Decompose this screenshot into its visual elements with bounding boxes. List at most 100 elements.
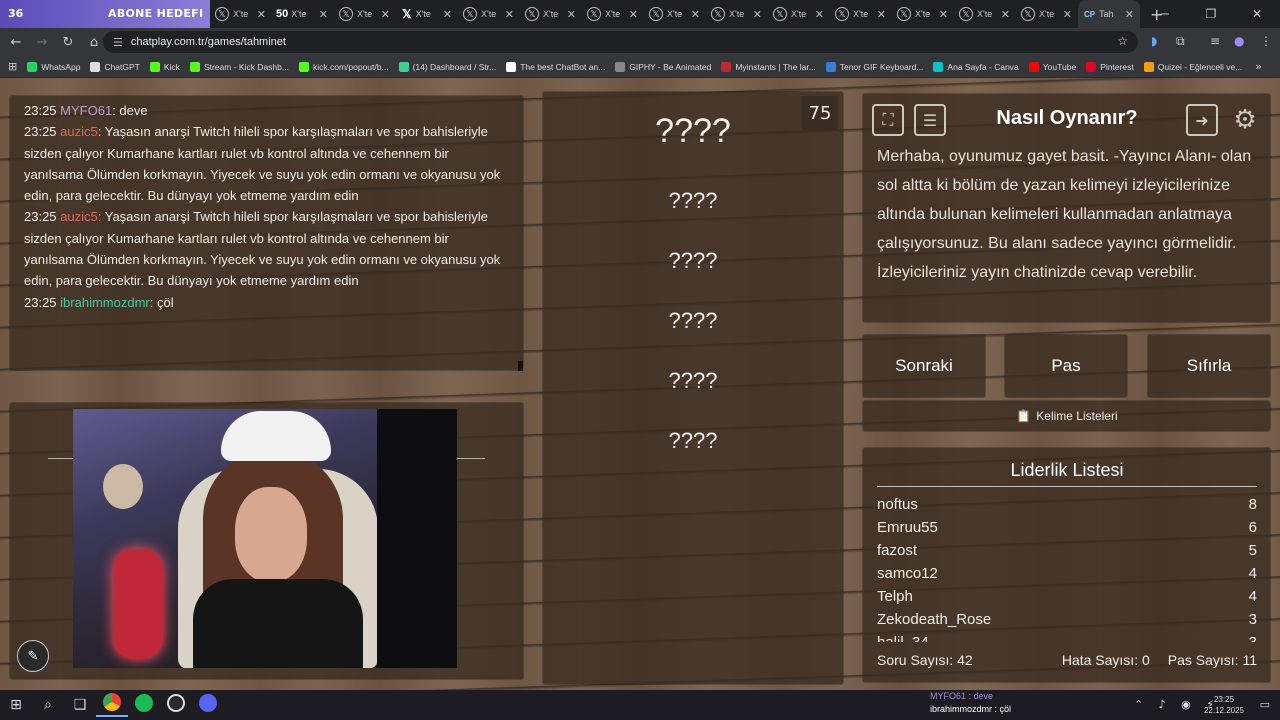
forward-icon[interactable]: →: [30, 35, 54, 50]
reset-button[interactable]: Sıfırla: [1148, 335, 1270, 397]
tab-x-5[interactable]: 𝕏 X'te ✕: [458, 0, 520, 28]
spotify-icon[interactable]: [128, 694, 160, 716]
chat-message: 23:25 auzic5: Yaşasın anarşi Twitch hile…: [24, 121, 510, 206]
close-icon[interactable]: ✕: [877, 8, 886, 21]
tab-x-13[interactable]: 𝕏 X'te ✕: [954, 0, 1016, 28]
extension-icon[interactable]: ◗: [1151, 34, 1157, 48]
site-info-icon[interactable]: ☰: [113, 36, 123, 49]
chat-message: 23:25 MYFO61: deve: [24, 100, 510, 121]
obs-icon[interactable]: [160, 694, 192, 716]
bookmark-item[interactable]: ChatGPT: [90, 61, 140, 72]
exit-icon[interactable]: ➜: [1186, 104, 1218, 136]
task-view-icon[interactable]: ❑: [64, 697, 96, 713]
tab-x-11[interactable]: 𝕏 X'te ✕: [830, 0, 892, 28]
pen-icon[interactable]: ✎: [17, 640, 49, 672]
extensions-puzzle-icon[interactable]: ⧉: [1176, 34, 1185, 49]
chrome-icon[interactable]: [96, 693, 128, 717]
bookmark-favicon-icon: [398, 61, 409, 72]
bookmark-item[interactable]: Ana Sayfa - Canva: [933, 61, 1019, 72]
tab-x-6[interactable]: 𝕏 X'te ✕: [520, 0, 582, 28]
search-icon[interactable]: ⌕: [32, 697, 64, 713]
tab-tahminet[interactable]: CP Tah ✕: [1078, 0, 1140, 28]
word-lists-button[interactable]: 📋 Kelime Listeleri: [864, 401, 1270, 431]
windows-start-icon[interactable]: ⊞: [0, 697, 32, 713]
close-icon[interactable]: ✕: [629, 8, 638, 21]
tab-x-4[interactable]: 𝕏 X'te ✕: [396, 0, 458, 28]
teddy-bear: [103, 464, 143, 509]
close-icon[interactable]: ✕: [381, 8, 390, 21]
bookmark-item[interactable]: Kick: [149, 61, 180, 72]
bookmark-item[interactable]: WhatsApp: [27, 61, 80, 72]
pass-button[interactable]: Pas: [1005, 335, 1127, 397]
menu-kebab-icon[interactable]: ⋮: [1260, 34, 1272, 48]
discord-icon[interactable]: [192, 694, 224, 716]
tab-x-7[interactable]: 𝕏 X'te ✕: [582, 0, 644, 28]
more-bookmarks-icon[interactable]: »: [1255, 60, 1262, 73]
minimize-icon[interactable]: ─: [1142, 0, 1188, 28]
close-icon[interactable]: ✕: [753, 8, 762, 21]
next-button[interactable]: Sonraki: [863, 335, 985, 397]
clock[interactable]: 23:25 22.12.2025: [1204, 694, 1244, 716]
player-score: 5: [1248, 542, 1257, 559]
x-logo-icon: 𝕏: [339, 7, 353, 21]
tab-x-14[interactable]: 𝕏 X'te ✕: [1016, 0, 1078, 28]
cam-divider: [457, 458, 485, 459]
close-icon[interactable]: ✕: [815, 8, 824, 21]
tab-x-10[interactable]: 𝕏 X'te ✕: [768, 0, 830, 28]
bookmark-item[interactable]: The best ChatBot an...: [506, 61, 605, 72]
bookmark-item[interactable]: Stream - Kick Dashb...: [189, 61, 289, 72]
chat-scrollbar[interactable]: [518, 361, 523, 371]
back-icon[interactable]: ←: [4, 35, 28, 50]
close-icon[interactable]: ✕: [1001, 8, 1010, 21]
close-window-icon[interactable]: ✕: [1234, 0, 1280, 28]
apps-grid-icon[interactable]: ⊞: [8, 60, 17, 73]
bookmark-favicon-icon: [721, 61, 732, 72]
bookmark-item[interactable]: (14) Dashboard / Str...: [398, 61, 496, 72]
bookmark-item[interactable]: kick.com/popout/b...: [298, 61, 389, 72]
tab-x-1[interactable]: 𝕏 X'te ✕: [210, 0, 272, 28]
profile-icon[interactable]: ●: [1234, 34, 1244, 48]
bookmark-star-icon[interactable]: ☆: [1117, 34, 1128, 48]
close-icon[interactable]: ✕: [505, 8, 514, 21]
bookmark-item[interactable]: Tenor GIF Keyboard...: [825, 61, 923, 72]
taskbar: ⊞ ⌕ ❑ MYFO61 : deve ibrahimmozdmr : çöl …: [0, 690, 1280, 720]
chat-username[interactable]: auzic5: [60, 124, 98, 139]
tab-x-3[interactable]: 𝕏 X'te ✕: [334, 0, 396, 28]
chat-message: 23:25 ibrahimmozdmr: çöl: [24, 292, 510, 313]
reload-icon[interactable]: ↻: [56, 35, 80, 50]
overlay-line-1: MYFO61 : deve: [930, 691, 994, 701]
bookmark-label: Pinterest: [1100, 61, 1134, 72]
close-icon[interactable]: ✕: [1125, 8, 1134, 21]
close-icon[interactable]: ✕: [939, 8, 948, 21]
chat-username[interactable]: ibrahimmozdmr: [60, 295, 150, 310]
maximize-icon[interactable]: ❐: [1188, 0, 1234, 28]
tab-abone-hedefi[interactable]: 36 ABONE HEDEFI: [0, 0, 210, 28]
tab-x-9[interactable]: 𝕏 X'te ✕: [706, 0, 768, 28]
notification-icon[interactable]: ▭: [1260, 698, 1270, 711]
reading-list-icon[interactable]: ≡: [1210, 34, 1220, 48]
bookmark-label: kick.com/popout/b...: [312, 61, 389, 72]
close-icon[interactable]: ✕: [691, 8, 700, 21]
tab-x-12[interactable]: 𝕏 X'te ✕: [892, 0, 954, 28]
bookmark-item[interactable]: YouTube: [1028, 61, 1076, 72]
bookmark-item[interactable]: Quizei - Eğlenceli ve...: [1143, 61, 1242, 72]
x-logo-icon: 𝕏: [463, 7, 477, 21]
tab-label: X'te: [977, 9, 993, 19]
leaderboard: Liderlik Listesi noftus 8 Emruu55 6 fazost 5 s…: [864, 448, 1270, 682]
settings-gear-icon[interactable]: ⚙: [1229, 104, 1261, 136]
tab-x-2[interactable]: 50 X'te ✕: [272, 0, 334, 28]
close-icon[interactable]: ✕: [257, 8, 266, 21]
bookmark-item[interactable]: Myinstants | The lar...: [721, 61, 816, 72]
bookmark-label: ChatGPT: [104, 61, 140, 72]
close-icon[interactable]: ✕: [443, 8, 452, 21]
url-bar[interactable]: ☰ chatplay.com.tr/games/tahminet ☆: [103, 31, 1138, 53]
close-icon[interactable]: ✕: [319, 8, 328, 21]
chat-username[interactable]: MYFO61: [60, 103, 112, 118]
close-icon[interactable]: ✕: [567, 8, 576, 21]
bookmark-item[interactable]: GIPHY - Be Animated: [615, 61, 711, 72]
bookmark-favicon-icon: [1028, 61, 1039, 72]
tab-x-8[interactable]: 𝕏 X'te ✕: [644, 0, 706, 28]
close-icon[interactable]: ✕: [1063, 8, 1072, 21]
chat-username[interactable]: auzic5: [60, 209, 98, 224]
bookmark-item[interactable]: Pinterest: [1086, 61, 1134, 72]
